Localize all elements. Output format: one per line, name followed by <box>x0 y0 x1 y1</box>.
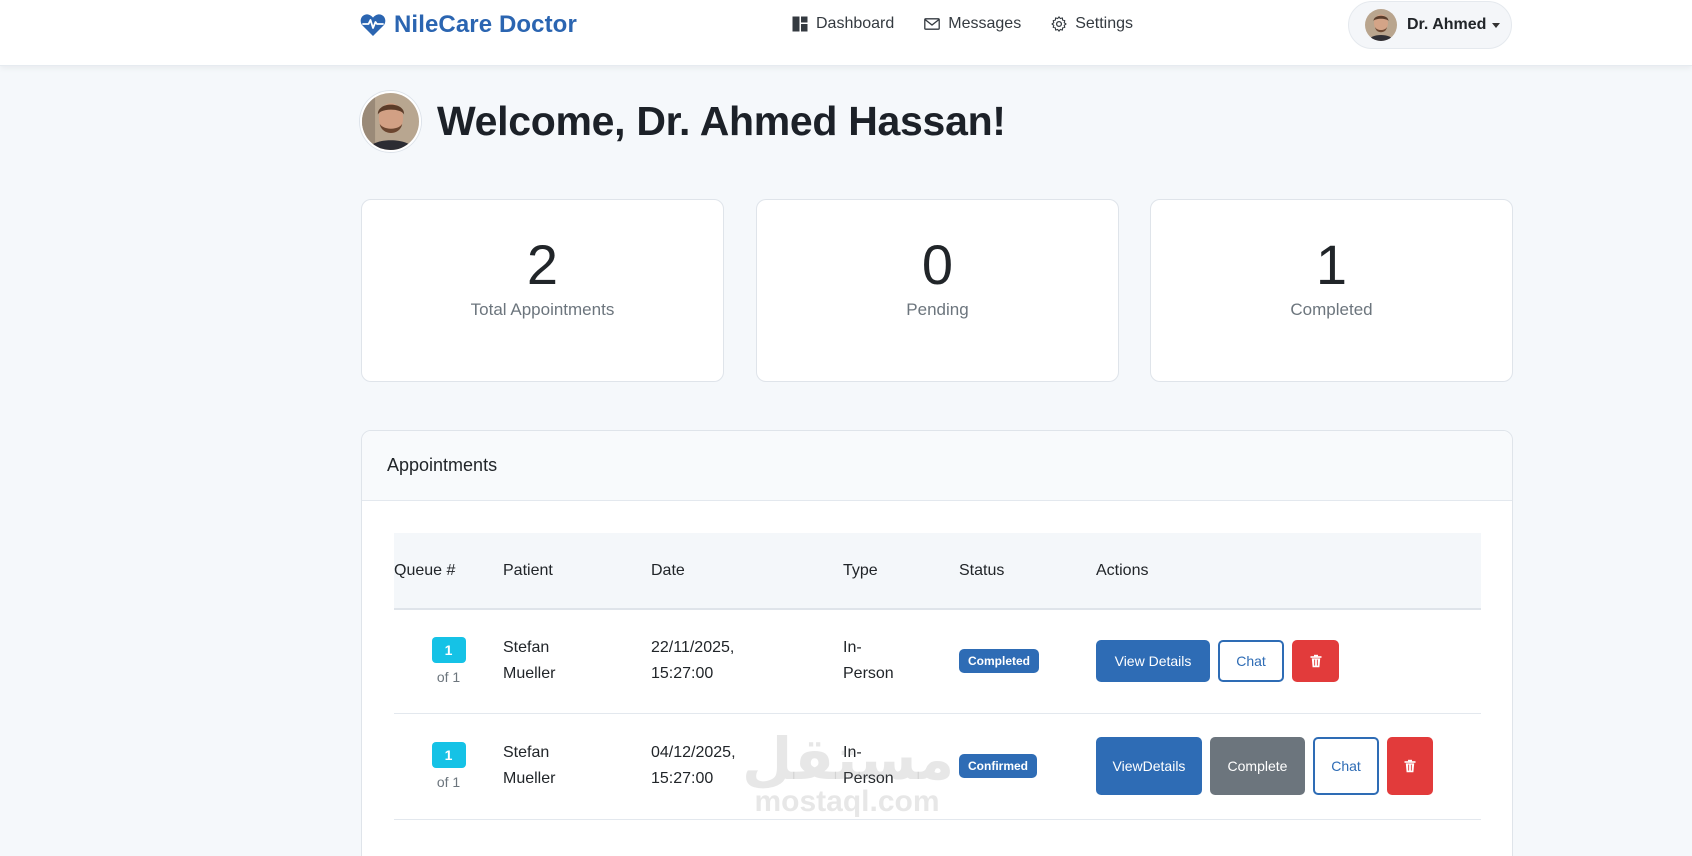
column-header-date: Date <box>651 533 843 610</box>
status-cell: Completed <box>959 609 1096 714</box>
trash-icon <box>1309 654 1323 668</box>
appointment-date: 22/11/2025, <box>651 639 735 657</box>
actions-cell: View Details Complete Chat <box>1096 713 1481 820</box>
stat-value: 0 <box>921 233 954 296</box>
stat-value: 2 <box>526 233 559 296</box>
type-line-1: In- <box>843 639 862 657</box>
type-line-2: Person <box>843 770 894 787</box>
table-row: 1 of 1 Stefan Mueller 22/11/2025, 15:27:… <box>394 609 1481 714</box>
stat-card-pending: 0 Pending <box>756 199 1119 382</box>
stat-card-total-appointments: 2 Total Appointments <box>361 199 724 382</box>
delete-button[interactable] <box>1292 640 1339 683</box>
patient-cell: Stefan Mueller <box>503 713 651 820</box>
queue-of-text: of 1 <box>436 669 461 686</box>
avatar <box>1365 9 1397 41</box>
date-cell: 22/11/2025, 15:27:00 <box>651 609 843 714</box>
envelope-icon <box>924 16 941 32</box>
delete-button[interactable] <box>1387 737 1433 795</box>
welcome-header: Welcome, Dr. Ahmed Hassan! <box>360 90 1006 152</box>
view-details-button[interactable]: View Details <box>1096 737 1202 795</box>
trash-icon <box>1403 759 1417 773</box>
dashboard-icon <box>792 16 808 32</box>
nav-settings-label: Settings <box>1075 15 1134 32</box>
top-navbar: NileCare Doctor Dashboard Messages Setti… <box>0 0 1692 66</box>
appointments-panel: Appointments Queue # Patient Date Type S… <box>361 430 1513 856</box>
nav-messages-label: Messages <box>948 15 1022 32</box>
queue-badge: 1 <box>431 742 466 768</box>
type-line-1: In- <box>843 744 862 761</box>
view-details-button[interactable]: View Details <box>1096 640 1210 683</box>
nav-dashboard-label: Dashboard <box>816 15 895 32</box>
heart-pulse-icon <box>360 13 386 37</box>
main-nav: Dashboard Messages Settings <box>792 10 1133 38</box>
complete-button[interactable]: Complete <box>1210 737 1305 795</box>
brand-logo[interactable]: NileCare Doctor <box>360 8 577 42</box>
brand-name: NileCare Doctor <box>394 11 577 38</box>
type-line-2: Person <box>843 665 894 683</box>
nav-messages[interactable]: Messages <box>924 15 1021 33</box>
stat-value: 1 <box>1315 233 1348 296</box>
queue-cell: 1 of 1 <box>394 713 503 820</box>
appointments-table: Queue # Patient Date Type Status Actions… <box>394 533 1481 820</box>
status-badge: Completed <box>959 649 1040 674</box>
panel-title: Appointments <box>362 431 1512 501</box>
appointment-time: 15:27:00 <box>651 665 714 683</box>
nav-settings[interactable]: Settings <box>1051 15 1133 33</box>
caret-down-icon <box>1492 22 1501 28</box>
patient-last-name: Mueller <box>503 665 556 683</box>
column-header-queue: Queue # <box>394 533 503 610</box>
chat-button[interactable]: Chat <box>1313 737 1379 795</box>
queue-badge: 1 <box>431 637 466 664</box>
column-header-actions: Actions <box>1096 533 1481 610</box>
column-header-type: Type <box>843 533 959 610</box>
stat-label: Pending <box>906 300 969 319</box>
column-header-patient: Patient <box>503 533 651 610</box>
user-name: Dr. Ahmed <box>1407 16 1487 33</box>
status-badge: Confirmed <box>959 754 1037 778</box>
page-title: Welcome, Dr. Ahmed Hassan! <box>437 97 1006 144</box>
type-cell: In- Person <box>843 713 959 820</box>
stat-card-completed: 1 Completed <box>1150 199 1513 382</box>
view-details-label-2: Details <box>1142 758 1186 774</box>
appointment-time: 15:27:00 <box>651 770 714 787</box>
date-cell: 04/12/2025, 15:27:00 <box>651 713 843 820</box>
queue-cell: 1 of 1 <box>394 609 503 714</box>
nav-dashboard[interactable]: Dashboard <box>792 15 894 33</box>
patient-first-name: Stefan <box>503 639 550 657</box>
patient-cell: Stefan Mueller <box>503 609 651 714</box>
appointment-date: 04/12/2025, <box>651 744 736 761</box>
stat-label: Total Appointments <box>470 300 615 319</box>
status-cell: Confirmed <box>959 713 1096 820</box>
avatar <box>360 90 421 152</box>
gear-icon <box>1051 16 1067 32</box>
type-cell: In- Person <box>843 609 959 714</box>
stat-label: Completed <box>1290 300 1373 319</box>
queue-of-text: of 1 <box>436 774 461 790</box>
patient-first-name: Stefan <box>503 744 550 761</box>
view-details-label-1: View <box>1112 758 1143 774</box>
table-header-row: Queue # Patient Date Type Status Actions <box>394 533 1481 610</box>
patient-last-name: Mueller <box>503 770 556 787</box>
user-menu-dropdown[interactable]: Dr. Ahmed <box>1348 1 1512 49</box>
chat-button[interactable]: Chat <box>1218 640 1284 683</box>
actions-cell: View Details Chat <box>1096 609 1481 714</box>
table-row: 1 of 1 Stefan Mueller 04/12/2025, 15:27:… <box>394 713 1481 820</box>
column-header-status: Status <box>959 533 1096 610</box>
